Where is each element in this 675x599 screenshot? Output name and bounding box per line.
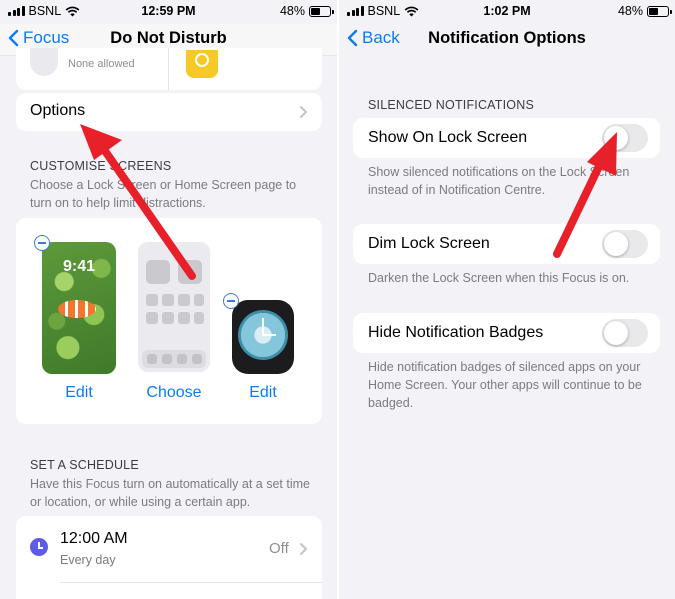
options-label: Options <box>30 102 86 119</box>
right-screen: BSNL 1:02 PM 48% Back Notification Optio… <box>339 0 675 599</box>
annotation-arrow <box>553 132 617 258</box>
back-button[interactable]: Back <box>347 28 400 48</box>
hide-notification-badges-toggle[interactable] <box>602 319 648 347</box>
row-separator <box>60 582 322 583</box>
battery-percent: 48% <box>279 4 305 18</box>
show-on-lock-screen-label: Show On Lock Screen <box>368 129 528 146</box>
hide-notification-badges-row[interactable]: Hide Notification Badges <box>353 313 660 353</box>
show-on-lock-screen-row[interactable]: Show On Lock Screen <box>353 118 660 158</box>
silenced-notifications-header: SILENCED NOTIFICATIONS <box>368 98 534 112</box>
allowed-people-avatar <box>30 48 58 76</box>
allowed-card: None allowed <box>16 48 322 90</box>
clock-icon <box>30 538 48 556</box>
clownfish-icon <box>58 300 96 318</box>
customise-card: 9:41 Edit Choose Edit <box>16 218 322 424</box>
app-icon <box>186 50 218 78</box>
left-screen: BSNL 12:59 PM 48% Focus Do Not Disturb N… <box>0 0 337 599</box>
edit-watch-face-link[interactable]: Edit <box>238 384 288 402</box>
dim-lock-screen-row[interactable]: Dim Lock Screen <box>353 224 660 264</box>
back-label: Back <box>362 28 400 47</box>
lock-screen-thumbnail[interactable]: 9:41 <box>42 242 116 374</box>
back-button[interactable]: Focus <box>8 28 69 48</box>
clock-glyph-icon <box>195 53 209 67</box>
show-on-lock-screen-note: Show silenced notifications on the Lock … <box>368 165 630 197</box>
schedule-note: Have this Focus turn on automatically at… <box>30 477 310 509</box>
dim-lock-screen-label: Dim Lock Screen <box>368 235 490 252</box>
divider <box>168 48 169 90</box>
back-label: Focus <box>23 28 70 47</box>
battery-percent: 48% <box>617 4 643 18</box>
chevron-left-icon <box>8 29 19 47</box>
chevron-right-icon <box>300 543 307 555</box>
options-row[interactable]: Options <box>16 93 322 131</box>
home-screen-thumbnail[interactable] <box>138 242 210 372</box>
dim-lock-screen-toggle[interactable] <box>602 230 648 258</box>
remove-lock-screen-icon[interactable] <box>34 235 50 251</box>
dock <box>142 350 206 368</box>
chevron-right-icon <box>300 106 307 118</box>
schedule-repeat: Every day <box>60 553 116 567</box>
lock-screen-time: 9:41 <box>62 258 96 275</box>
schedule-row[interactable]: 12:00 AM Every day Off <box>16 516 322 599</box>
battery-icon <box>309 5 334 17</box>
dim-lock-screen-note: Darken the Lock Screen when this Focus i… <box>368 271 630 285</box>
hide-notification-badges-label: Hide Notification Badges <box>368 324 544 341</box>
remove-watch-face-icon[interactable] <box>223 293 239 309</box>
status-bar: BSNL 12:59 PM 48% <box>0 0 337 22</box>
status-bar: BSNL 1:02 PM 48% <box>339 0 675 22</box>
show-on-lock-screen-toggle[interactable] <box>602 124 648 152</box>
battery-icon <box>647 5 672 17</box>
chevron-left-icon <box>347 29 358 47</box>
watch-face-thumbnail[interactable] <box>232 300 294 374</box>
schedule-header: SET A SCHEDULE <box>30 458 139 472</box>
customise-header: CUSTOMISE SCREENS <box>30 159 172 173</box>
watch-dial-icon <box>238 310 288 360</box>
none-allowed-label: None allowed <box>68 58 135 70</box>
hide-notification-badges-note: Hide notification badges of silenced app… <box>368 360 642 410</box>
customise-note: Choose a Lock Screen or Home Screen page… <box>30 178 297 210</box>
choose-home-screen-link[interactable]: Choose <box>138 384 210 402</box>
nav-bar: Back Notification Options <box>339 24 675 56</box>
schedule-state: Off <box>269 540 289 557</box>
edit-lock-screen-link[interactable]: Edit <box>54 384 104 402</box>
schedule-time: 12:00 AM <box>60 530 128 547</box>
